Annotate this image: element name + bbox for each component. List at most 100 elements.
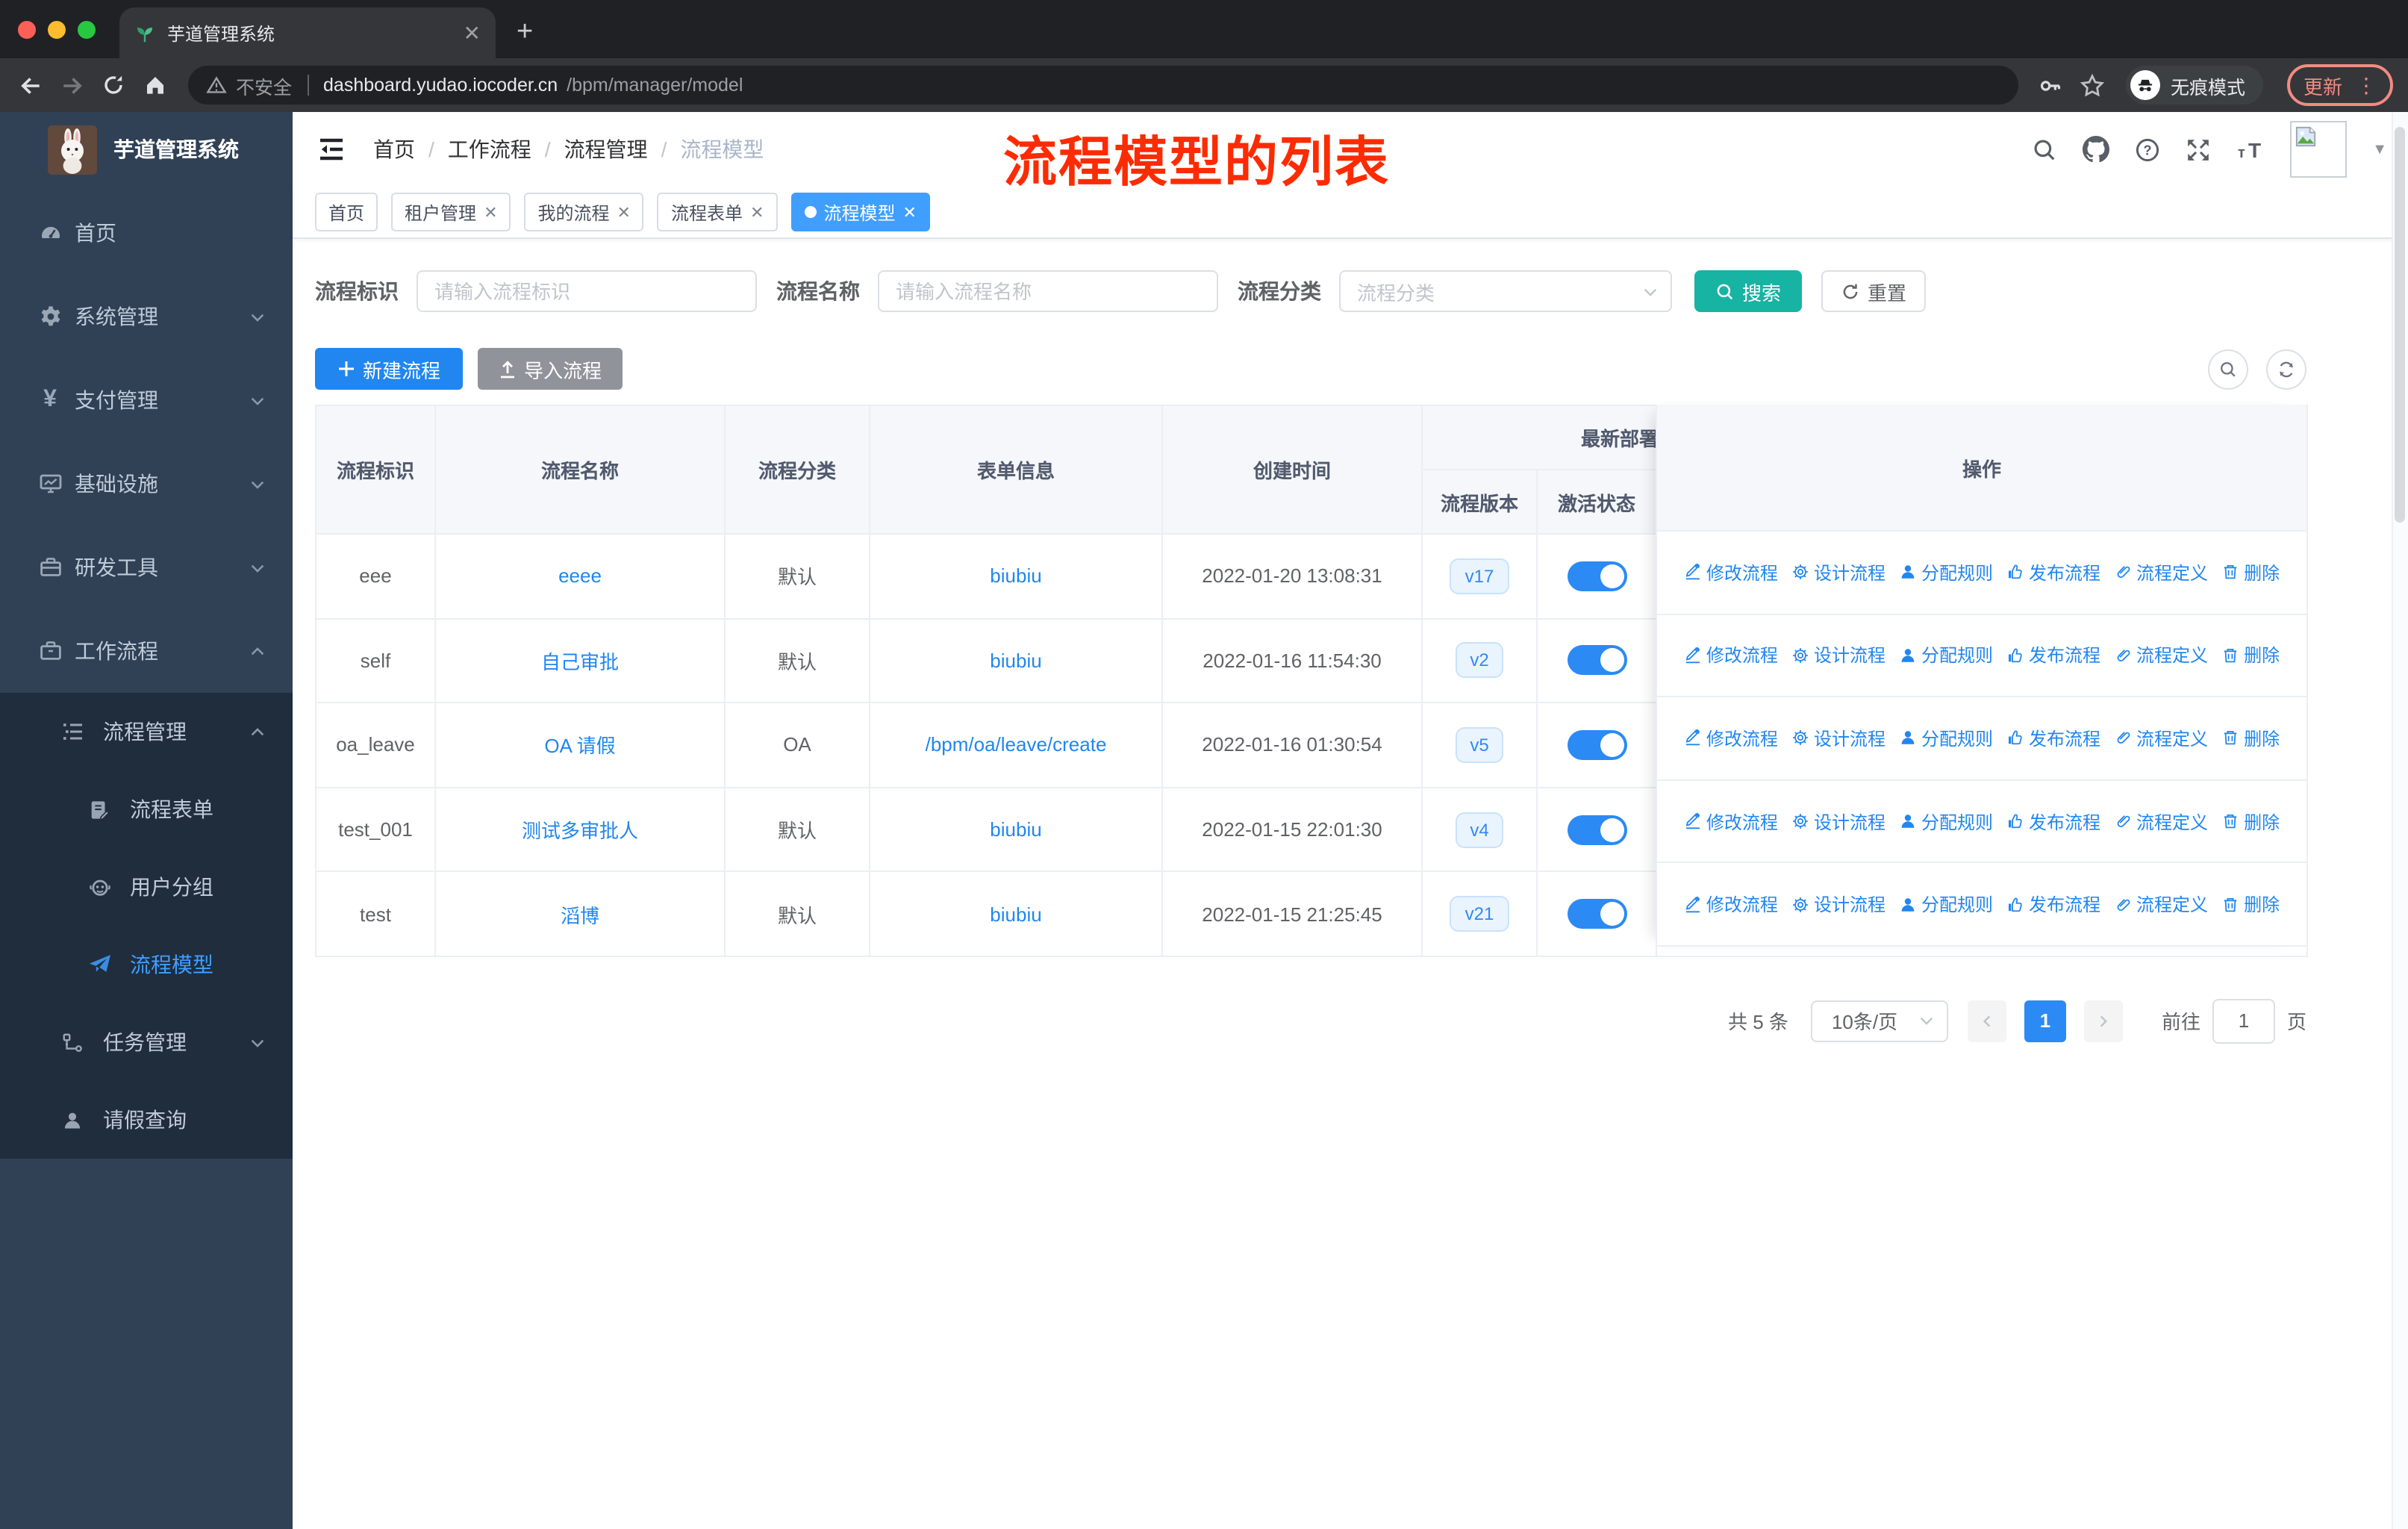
tab-close-icon[interactable]: ✕ <box>464 22 481 43</box>
process-name-link[interactable]: 滔博 <box>561 904 599 927</box>
tag-process-form[interactable]: 流程表单 ✕ <box>657 193 778 231</box>
tag-my-process[interactable]: 我的流程 ✕ <box>524 193 644 231</box>
github-icon[interactable] <box>2083 136 2110 163</box>
scrollbar[interactable] <box>2392 112 2408 1529</box>
import-process-button[interactable]: 导入流程 <box>478 348 623 390</box>
fullscreen-icon[interactable] <box>2186 137 2211 162</box>
refresh-table-button[interactable] <box>2266 349 2306 389</box>
publish-process-link[interactable]: 发布流程 <box>2006 891 2100 917</box>
modify-process-link[interactable]: 修改流程 <box>1684 891 1778 917</box>
zoom-window-button[interactable] <box>78 20 96 38</box>
search-button[interactable]: 搜索 <box>1694 270 1803 312</box>
tag-close-icon[interactable]: ✕ <box>750 202 764 222</box>
design-process-link[interactable]: 设计流程 <box>1791 560 1885 585</box>
delete-link[interactable]: 删除 <box>2221 809 2280 834</box>
modify-process-link[interactable]: 修改流程 <box>1684 560 1778 585</box>
sidebar-item-process-mgmt[interactable]: 流程管理 <box>0 693 293 770</box>
tag-process-model[interactable]: 流程模型 ✕ <box>790 193 930 231</box>
modify-process-link[interactable]: 修改流程 <box>1684 643 1778 668</box>
search-icon[interactable] <box>2032 137 2057 162</box>
design-process-link[interactable]: 设计流程 <box>1791 809 1885 834</box>
security-label[interactable]: 不安全 <box>236 71 292 99</box>
browser-tab[interactable]: 芋道管理系统 ✕ <box>119 7 496 58</box>
assign-rule-link[interactable]: 分配规则 <box>1899 643 1993 668</box>
url-bar[interactable]: 不安全 dashboard.yudao.iocoder.cn/bpm/manag… <box>188 66 2018 105</box>
form-info-link[interactable]: biubiu <box>990 903 1041 925</box>
sidebar-logo[interactable]: 芋道管理系统 <box>0 112 293 187</box>
toggle-search-button[interactable] <box>2208 349 2248 389</box>
publish-process-link[interactable]: 发布流程 <box>2006 560 2100 585</box>
tag-home[interactable]: 首页 <box>315 193 378 231</box>
form-info-link[interactable]: biubiu <box>990 565 1041 588</box>
delete-link[interactable]: 删除 <box>2221 643 2280 668</box>
sidebar-item-process-form[interactable]: 流程表单 <box>0 770 293 848</box>
active-status-toggle[interactable] <box>1567 645 1626 676</box>
sidebar-item-process-model[interactable]: 流程模型 <box>0 926 293 1003</box>
form-info-link[interactable]: /bpm/oa/leave/create <box>926 734 1107 756</box>
delete-link[interactable]: 删除 <box>2221 891 2280 917</box>
page-size-select[interactable]: 10条/页 <box>1810 1000 1948 1042</box>
form-info-link[interactable]: biubiu <box>990 818 1041 841</box>
avatar[interactable] <box>2290 121 2348 178</box>
back-icon[interactable] <box>15 72 45 98</box>
reset-button[interactable]: 重置 <box>1821 270 1927 312</box>
process-definition-link[interactable]: 流程定义 <box>2114 891 2208 917</box>
home-icon[interactable] <box>140 73 170 97</box>
scrollbar-thumb[interactable] <box>2395 127 2405 523</box>
reload-icon[interactable] <box>99 73 128 97</box>
assign-rule-link[interactable]: 分配规则 <box>1899 809 1993 834</box>
modify-process-link[interactable]: 修改流程 <box>1684 726 1778 751</box>
password-key-icon[interactable] <box>2036 72 2066 98</box>
tag-tenant[interactable]: 租户管理 ✕ <box>391 193 511 231</box>
collapse-sidebar-icon[interactable] <box>316 134 346 164</box>
assign-rule-link[interactable]: 分配规则 <box>1899 560 1993 585</box>
sidebar-item-task-mgmt[interactable]: 任务管理 <box>0 1003 293 1081</box>
sidebar-item-system[interactable]: 系统管理 <box>0 275 293 358</box>
create-process-button[interactable]: 新建流程 <box>315 348 464 390</box>
publish-process-link[interactable]: 发布流程 <box>2006 643 2100 668</box>
avatar-caret-icon[interactable]: ▼ <box>2372 141 2387 158</box>
delete-link[interactable]: 删除 <box>2221 726 2280 751</box>
process-name-link[interactable]: OA 请假 <box>544 735 615 758</box>
design-process-link[interactable]: 设计流程 <box>1791 726 1885 751</box>
prev-page-button[interactable] <box>1967 1000 2006 1042</box>
active-status-toggle[interactable] <box>1567 899 1626 929</box>
process-name-link[interactable]: 测试多审批人 <box>522 820 638 842</box>
assign-rule-link[interactable]: 分配规则 <box>1899 726 1993 751</box>
tag-close-icon[interactable]: ✕ <box>902 202 916 222</box>
active-status-toggle[interactable] <box>1567 729 1626 760</box>
sidebar-item-payment[interactable]: ¥ 支付管理 <box>0 358 293 442</box>
process-definition-link[interactable]: 流程定义 <box>2114 560 2208 585</box>
new-tab-button[interactable]: + <box>517 16 533 49</box>
breadcrumb-process-mgmt[interactable]: 流程管理 <box>564 134 648 164</box>
sidebar-item-user-group[interactable]: 用户分组 <box>0 848 293 926</box>
process-key-input[interactable] <box>417 270 757 312</box>
bookmark-star-icon[interactable] <box>2078 72 2108 98</box>
process-definition-link[interactable]: 流程定义 <box>2114 726 2208 751</box>
process-name-link[interactable]: eeee <box>558 565 602 588</box>
design-process-link[interactable]: 设计流程 <box>1791 891 1885 917</box>
next-page-button[interactable] <box>2083 1000 2123 1042</box>
font-size-icon[interactable]: тT <box>2236 137 2265 162</box>
close-window-button[interactable] <box>18 20 36 38</box>
form-info-link[interactable]: biubiu <box>990 650 1041 672</box>
current-page-button[interactable]: 1 <box>2024 1000 2066 1042</box>
publish-process-link[interactable]: 发布流程 <box>2006 809 2100 834</box>
forward-icon[interactable] <box>57 72 87 98</box>
design-process-link[interactable]: 设计流程 <box>1791 643 1885 668</box>
delete-link[interactable]: 删除 <box>2221 560 2280 585</box>
sidebar-item-devtools[interactable]: 研发工具 <box>0 526 293 609</box>
process-definition-link[interactable]: 流程定义 <box>2114 643 2208 668</box>
process-name-input[interactable] <box>878 270 1218 312</box>
breadcrumb-home[interactable]: 首页 <box>373 134 415 164</box>
publish-process-link[interactable]: 发布流程 <box>2006 726 2100 751</box>
browser-menu-icon[interactable]: ⋮ <box>2356 75 2377 96</box>
assign-rule-link[interactable]: 分配规则 <box>1899 891 1993 917</box>
tag-close-icon[interactable]: ✕ <box>617 202 631 222</box>
browser-update-button[interactable]: 更新 ⋮ <box>2286 64 2393 106</box>
sidebar-item-leave-query[interactable]: 请假查询 <box>0 1081 293 1159</box>
modify-process-link[interactable]: 修改流程 <box>1684 809 1778 834</box>
sidebar-item-home[interactable]: 首页 <box>0 191 293 275</box>
process-definition-link[interactable]: 流程定义 <box>2114 809 2208 834</box>
sidebar-item-workflow[interactable]: 工作流程 <box>0 609 293 693</box>
